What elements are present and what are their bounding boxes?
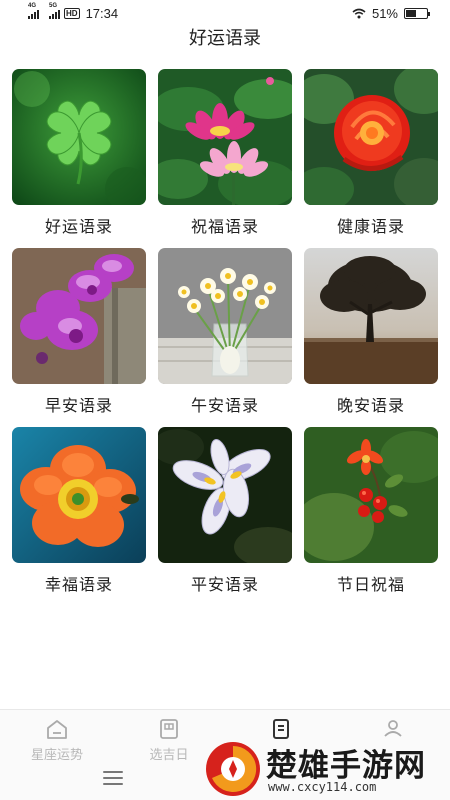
card-label: 好运语录	[44, 219, 113, 236]
page-title: 好运语录	[189, 28, 261, 48]
calendar-icon	[160, 719, 178, 739]
status-bar: 4G 5G HD 17:34 51%	[0, 0, 450, 26]
card-label: 幸福语录	[44, 577, 113, 594]
network-type-label-2: 5G	[49, 2, 58, 9]
category-card-festival-greetings[interactable]: 节日祝福	[304, 427, 438, 595]
purple-orchid-image	[12, 248, 146, 384]
hd-badge: HD	[64, 8, 80, 19]
card-label: 早安语录	[44, 398, 113, 415]
category-card-good-afternoon[interactable]: 午安语录	[158, 248, 292, 416]
card-label: 健康语录	[336, 219, 405, 236]
category-card-good-night[interactable]: 晚安语录	[304, 248, 438, 416]
home-icon	[47, 720, 67, 739]
orange-poppy-image	[12, 427, 146, 563]
menu-icon[interactable]	[103, 771, 123, 785]
category-card-peace[interactable]: 平安语录	[158, 427, 292, 595]
category-card-health[interactable]: 健康语录	[304, 69, 438, 237]
card-label: 祝福语录	[190, 219, 259, 236]
battery-icon	[404, 8, 430, 19]
card-label: 午安语录	[190, 398, 259, 415]
watermark-url: www.cxcy114.com	[268, 780, 377, 794]
red-rose-image	[304, 69, 438, 205]
category-card-happiness[interactable]: 幸福语录	[12, 427, 146, 595]
category-card-good-luck[interactable]: 好运语录	[12, 69, 146, 237]
watermark-logo-icon	[206, 742, 260, 796]
tab-label: 星座运势	[30, 747, 83, 762]
watermark-title: 楚雄手游网	[266, 748, 426, 784]
network-type-label: 4G	[28, 2, 37, 9]
cellular-signal-icon: 4G	[28, 3, 39, 19]
tab-horoscope[interactable]: 星座运势	[12, 718, 102, 763]
site-watermark: 楚雄手游网 www.cxcy114.com	[200, 736, 445, 798]
lotus-flowers-image	[158, 69, 292, 205]
card-label: 平安语录	[190, 577, 259, 594]
category-card-blessing[interactable]: 祝福语录	[158, 69, 292, 237]
card-label: 节日祝福	[336, 577, 405, 594]
card-label: 晚安语录	[336, 398, 405, 415]
daffodils-in-vase-image	[158, 248, 292, 384]
status-time: 17:34	[85, 6, 119, 21]
four-leaf-clover-image	[12, 69, 146, 205]
white-iris-image	[158, 427, 292, 563]
cellular-signal-icon-2: 5G	[49, 3, 60, 19]
pomegranate-blossom-image	[304, 427, 438, 563]
battery-percent: 51%	[371, 6, 398, 21]
lone-tree-image	[304, 248, 438, 384]
wifi-icon	[352, 8, 366, 19]
category-card-good-morning[interactable]: 早安语录	[12, 248, 146, 416]
